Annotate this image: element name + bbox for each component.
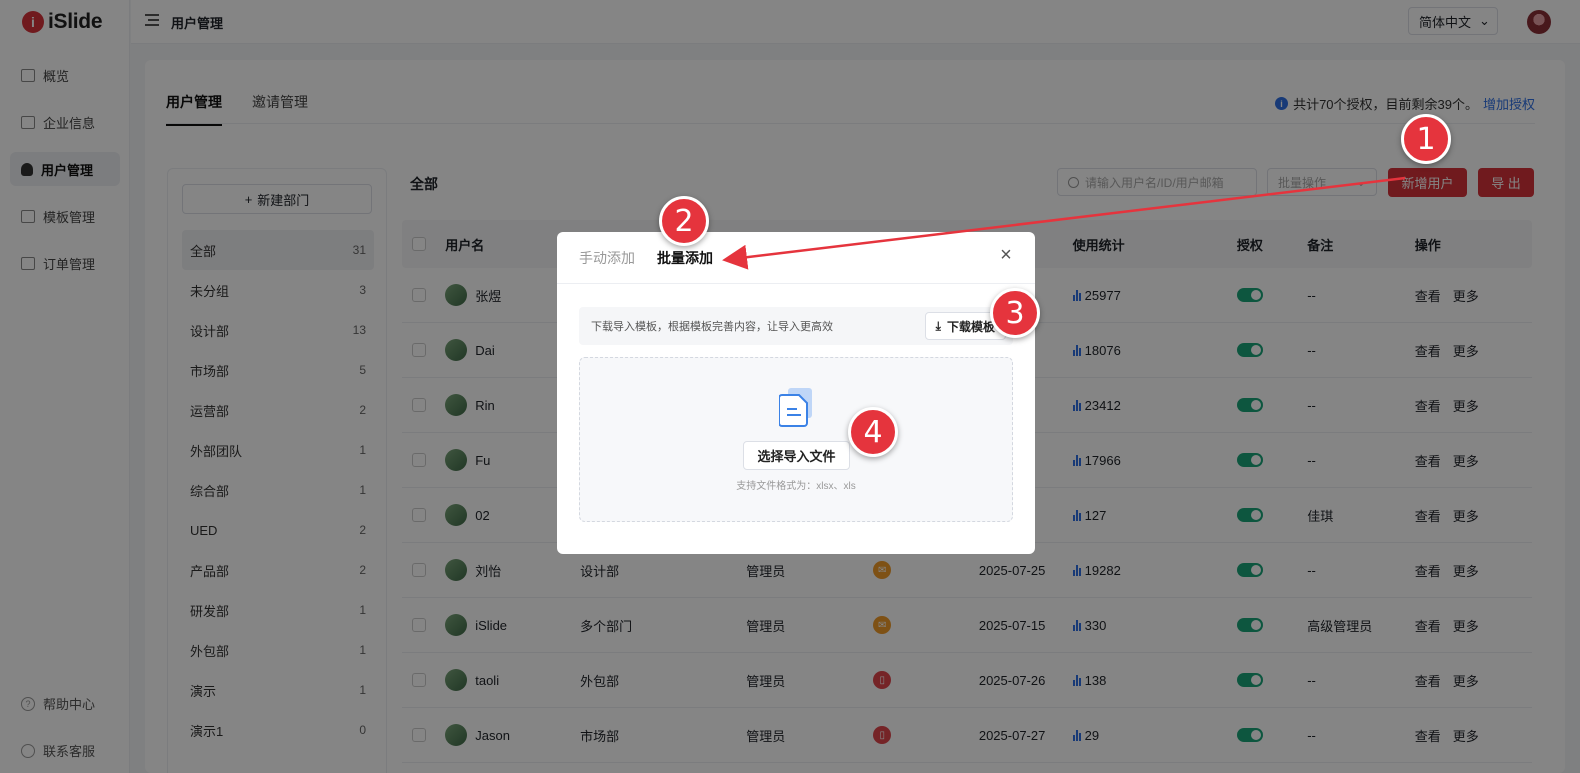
step-marker-2: 2: [659, 196, 709, 246]
step-marker-4: 4: [848, 407, 898, 457]
document-icon: [779, 388, 812, 427]
select-file-button[interactable]: 选择导入文件: [743, 441, 850, 470]
tab-manual-add[interactable]: 手动添加: [579, 248, 635, 268]
step-marker-1: 1: [1401, 114, 1451, 164]
add-user-modal: 手动添加 批量添加 × 下载导入模板，根据模板完善内容，让导入更高效 ⤓ 下载模…: [557, 232, 1035, 554]
file-dropzone[interactable]: 选择导入文件 支持文件格式为：xlsx、xls: [579, 357, 1013, 522]
close-icon[interactable]: ×: [997, 245, 1015, 265]
tip-text: 下载导入模板，根据模板完善内容，让导入更高效: [591, 321, 833, 333]
supported-formats: 支持文件格式为：xlsx、xls: [736, 481, 856, 492]
template-tip: 下载导入模板，根据模板完善内容，让导入更高效 ⤓ 下载模板: [579, 307, 1013, 345]
tab-batch-add[interactable]: 批量添加: [657, 248, 713, 268]
modal-divider: [557, 283, 1035, 284]
download-icon: ⤓: [935, 318, 941, 333]
modal-tabs: 手动添加 批量添加: [579, 248, 713, 268]
download-label: 下载模板: [946, 319, 995, 334]
step-marker-3: 3: [990, 288, 1040, 338]
